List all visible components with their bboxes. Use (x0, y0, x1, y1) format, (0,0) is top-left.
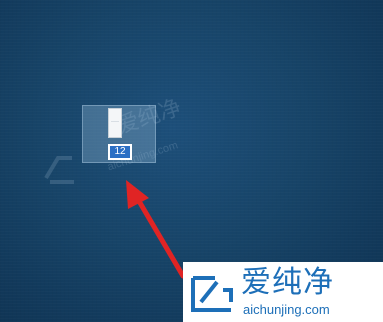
watermark-url: aichunjing.com (243, 302, 330, 317)
desktop-icon-item[interactable]: 12 (82, 105, 156, 163)
watermark-brand: 爱纯净 aichunjing.com (183, 262, 383, 322)
watermark-name: 爱纯净 (241, 265, 334, 300)
file-icon[interactable] (108, 108, 122, 138)
desktop[interactable]: 爱纯净 aichunjing.com 12 爱纯净 aichunjing.com (0, 0, 383, 322)
rename-input[interactable]: 12 (108, 144, 132, 160)
rename-selected-text: 12 (110, 146, 130, 158)
logo-icon (191, 276, 233, 312)
